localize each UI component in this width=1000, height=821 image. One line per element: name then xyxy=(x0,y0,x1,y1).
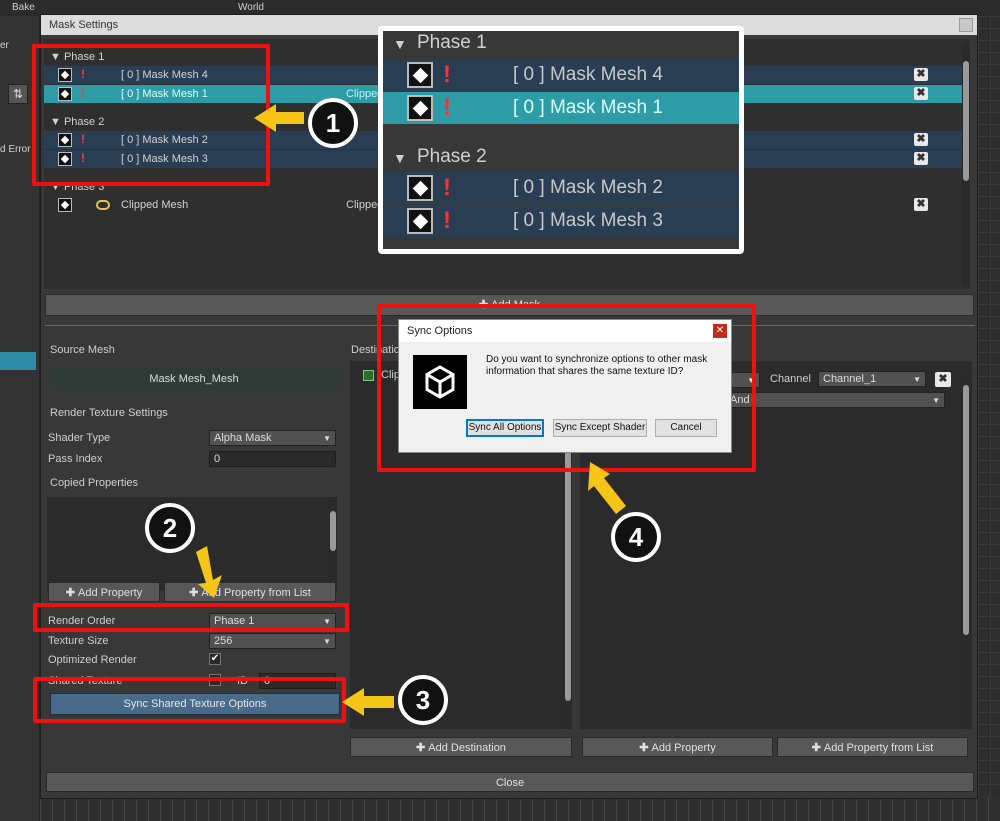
arrow-icon-1 xyxy=(254,104,304,132)
arrow-icon-3 xyxy=(342,688,394,716)
step-badge-4: 4 xyxy=(611,512,661,562)
step-badge-1: 1 xyxy=(308,98,358,148)
step-badge-3: 3 xyxy=(398,675,448,725)
annotation-arrows xyxy=(196,104,626,716)
arrow-icon-2 xyxy=(196,546,222,598)
step-badge-2: 2 xyxy=(145,503,195,553)
arrow-icon-4 xyxy=(588,462,626,514)
